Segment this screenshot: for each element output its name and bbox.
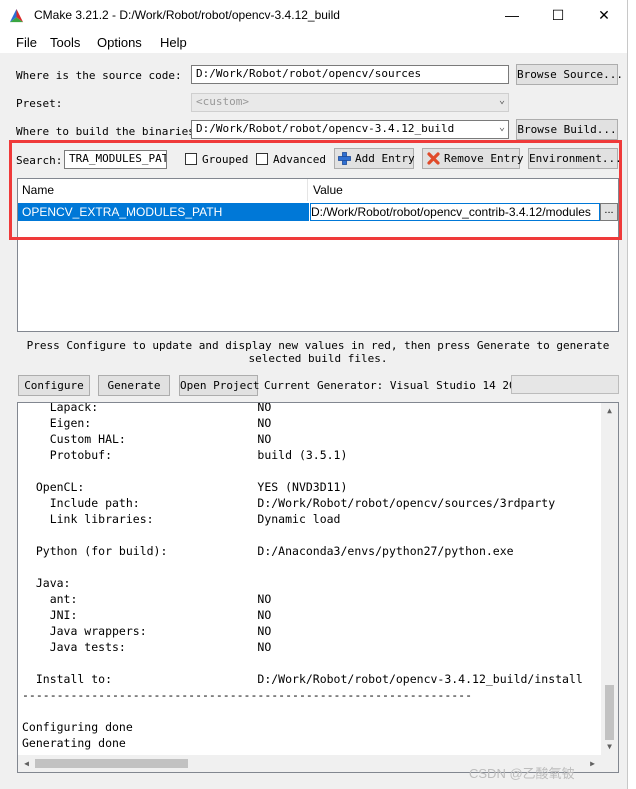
chevron-down-icon: ⌄ <box>498 95 505 106</box>
grouped-label: Grouped <box>202 153 249 166</box>
remove-x-icon <box>427 152 440 165</box>
horizontal-scroll-thumb[interactable] <box>35 759 188 768</box>
output-line: Eigen: NO <box>22 416 272 430</box>
output-line: JNI: NO <box>22 608 272 622</box>
advanced-label: Advanced <box>273 153 326 166</box>
cache-table: Name Value OPENCV_EXTRA_MODULES_PATH D:/… <box>17 178 619 332</box>
output-line: Python (for build): D:/Anaconda3/envs/py… <box>22 544 514 558</box>
build-path-select[interactable]: D:/Work/Robot/robot/opencv-3.4.12_build … <box>191 120 509 139</box>
add-entry-label: Add Entry <box>355 152 415 165</box>
add-entry-button[interactable]: Add Entry <box>334 148 415 169</box>
chevron-down-icon: ⌄ <box>498 122 505 133</box>
scroll-up-icon[interactable]: ▲ <box>601 403 618 419</box>
environment-button[interactable]: Environment... <box>528 148 622 169</box>
scroll-down-icon[interactable]: ▼ <box>601 739 618 755</box>
output-line: Configuring done <box>22 720 133 734</box>
preset-label: Preset: <box>16 97 63 110</box>
menu-file[interactable]: File <box>16 35 37 50</box>
advanced-checkbox[interactable] <box>256 153 268 165</box>
output-line: Protobuf: build (3.5.1) <box>22 448 348 462</box>
output-line: Java wrappers: NO <box>22 624 272 638</box>
close-button[interactable]: ✕ <box>581 0 627 31</box>
remove-entry-button[interactable]: Remove Entry <box>422 148 524 169</box>
minimize-button[interactable]: — <box>489 0 535 31</box>
current-generator-label: Current Generator: Visual Studio 14 2015 <box>264 379 529 392</box>
browse-value-button[interactable]: ... <box>600 203 618 221</box>
output-line: Install to: D:/Work/Robot/robot/opencv-3… <box>22 672 583 686</box>
entry-value-text: D:/Work/Robot/robot/opencv_contrib-3.4.1… <box>311 205 591 219</box>
table-header: Name Value <box>18 179 618 201</box>
generate-button[interactable]: Generate <box>98 375 170 396</box>
remove-entry-label: Remove Entry <box>444 152 524 165</box>
configure-button[interactable]: Configure <box>18 375 90 396</box>
title-bar: CMake 3.21.2 - D:/Work/Robot/robot/openc… <box>0 0 627 31</box>
menu-bar: File Tools Options Help <box>0 31 627 53</box>
build-path-value: D:/Work/Robot/robot/opencv-3.4.12_build <box>196 122 455 135</box>
grouped-checkbox[interactable] <box>185 153 197 165</box>
preset-select[interactable]: <custom> ⌄ <box>191 93 509 112</box>
preset-value: <custom> <box>196 95 249 108</box>
output-line: Include path: D:/Work/Robot/robot/opencv… <box>22 496 556 510</box>
scroll-right-icon[interactable]: ▶ <box>584 755 601 772</box>
scroll-left-icon[interactable]: ◀ <box>18 755 35 772</box>
output-line: ant: NO <box>22 592 272 606</box>
source-label: Where is the source code: <box>16 69 182 82</box>
cmake-logo-icon <box>9 8 24 23</box>
browse-source-button[interactable]: Browse Source... <box>516 64 623 85</box>
output-line: ----------------------------------------… <box>22 688 473 702</box>
background-window-edge <box>627 0 636 789</box>
status-message: Press Configure to update and display ne… <box>26 339 610 365</box>
entry-value-input[interactable]: D:/Work/Robot/robot/opencv_contrib-3.4.1… <box>310 203 600 221</box>
progress-bar <box>511 375 619 394</box>
search-input[interactable]: TRA_MODULES_PATH <box>64 150 167 169</box>
build-label: Where to build the binaries: <box>16 125 202 138</box>
plus-icon <box>338 152 351 165</box>
cmake-window: CMake 3.21.2 - D:/Work/Robot/robot/openc… <box>0 0 628 789</box>
output-line: Generating done <box>22 736 126 750</box>
maximize-button[interactable]: ☐ <box>535 0 581 31</box>
output-line: Lapack: NO <box>22 402 272 414</box>
browse-build-button[interactable]: Browse Build... <box>516 119 618 140</box>
menu-help[interactable]: Help <box>160 35 187 50</box>
search-label: Search: <box>16 154 63 167</box>
vertical-scrollbar[interactable]: ▲ ▼ <box>601 403 618 755</box>
entry-name[interactable]: OPENCV_EXTRA_MODULES_PATH <box>18 203 309 221</box>
watermark: CSDN @乙酸氧铍 <box>469 766 575 781</box>
open-project-button[interactable]: Open Project <box>179 375 259 396</box>
output-line: OpenCL: YES (NVD3D11) <box>22 480 348 494</box>
menu-tools[interactable]: Tools <box>50 35 80 50</box>
output-line: Link libraries: Dynamic load <box>22 512 341 526</box>
menu-options[interactable]: Options <box>97 35 142 50</box>
window-title: CMake 3.21.2 - D:/Work/Robot/robot/openc… <box>34 8 340 22</box>
vertical-scroll-thumb[interactable] <box>605 685 614 740</box>
output-line: Java: <box>22 576 71 590</box>
scrollbar-corner <box>601 755 618 772</box>
source-path-input[interactable]: D:/Work/Robot/robot/opencv/sources <box>191 65 509 84</box>
column-header-name[interactable]: Name <box>18 179 308 201</box>
column-header-value[interactable]: Value <box>309 179 609 201</box>
output-log[interactable]: Lapack: NO Eigen: NO Custom HAL: NO Prot… <box>17 402 619 773</box>
output-line: Java tests: NO <box>22 640 272 654</box>
output-lines: Lapack: NO Eigen: NO Custom HAL: NO Prot… <box>22 402 583 751</box>
table-row[interactable]: OPENCV_EXTRA_MODULES_PATH D:/Work/Robot/… <box>18 203 618 221</box>
output-line: Custom HAL: NO <box>22 432 272 446</box>
